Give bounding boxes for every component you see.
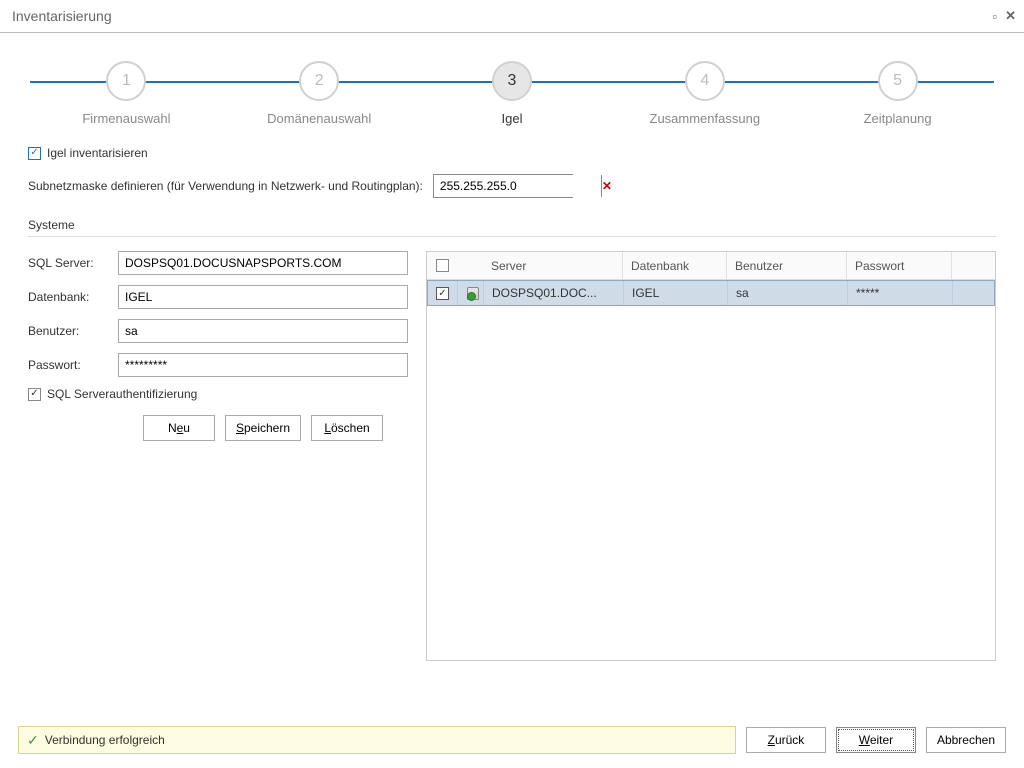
subnet-label: Subnetzmaske definieren (für Verwendung … xyxy=(28,179,423,193)
database-input[interactable] xyxy=(118,285,408,309)
systems-grid: Server Datenbank Benutzer Passwort ✓ xyxy=(426,251,996,661)
step-4-circle: 4 xyxy=(685,61,725,101)
footer: ✓ Verbindung erfolgreich Zurück Weiter A… xyxy=(0,716,1024,768)
stepper: 1 Firmenauswahl 2 Domänenauswahl 3 Igel … xyxy=(0,33,1024,136)
row-user: sa xyxy=(728,281,848,305)
grid-header-checkbox-col xyxy=(427,252,457,279)
check-icon: ✓ xyxy=(27,732,39,749)
step-1-circle: 1 xyxy=(106,61,146,101)
sql-auth-row: ✓ SQL Serverauthentifizierung xyxy=(28,387,408,401)
igel-inventarisieren-row: ✓ Igel inventarisieren xyxy=(28,146,996,160)
sql-server-label: SQL Server: xyxy=(28,256,118,270)
step-5-label: Zeitplanung xyxy=(801,111,994,126)
password-input[interactable] xyxy=(118,353,408,377)
step-2-circle: 2 xyxy=(299,61,339,101)
systems-label: Systeme xyxy=(28,218,996,232)
next-button[interactable]: Weiter xyxy=(836,727,916,753)
status-text: Verbindung erfolgreich xyxy=(45,733,165,747)
subnet-row: Subnetzmaske definieren (für Verwendung … xyxy=(28,174,996,198)
row-spacer xyxy=(953,281,994,305)
subnet-input[interactable] xyxy=(434,175,601,197)
status-bar: ✓ Verbindung erfolgreich xyxy=(18,726,736,754)
cancel-button[interactable]: Abbrechen xyxy=(926,727,1006,753)
step-5[interactable]: 5 Zeitplanung xyxy=(801,61,994,126)
password-row: Passwort: xyxy=(28,353,408,377)
sql-server-row: SQL Server: xyxy=(28,251,408,275)
sql-server-input[interactable] xyxy=(118,251,408,275)
delete-button[interactable]: Löschen xyxy=(311,415,383,441)
grid-header: Server Datenbank Benutzer Passwort xyxy=(427,252,995,280)
grid-header-server[interactable]: Server xyxy=(483,252,623,279)
row-database: IGEL xyxy=(624,281,728,305)
save-button[interactable]: Speichern xyxy=(225,415,301,441)
sql-auth-label: SQL Serverauthentifizierung xyxy=(47,387,197,401)
password-label: Passwort: xyxy=(28,358,118,372)
content-area: ✓ Igel inventarisieren Subnetzmaske defi… xyxy=(0,136,1024,661)
two-column-layout: SQL Server: Datenbank: Benutzer: Passwor… xyxy=(28,251,996,661)
database-icon xyxy=(466,286,475,300)
window-title: Inventarisierung xyxy=(8,8,992,24)
row-checkbox[interactable]: ✓ xyxy=(436,287,449,300)
step-1[interactable]: 1 Firmenauswahl xyxy=(30,61,223,126)
step-2-label: Domänenauswahl xyxy=(223,111,416,126)
back-button[interactable]: Zurück xyxy=(746,727,826,753)
row-checkbox-cell: ✓ xyxy=(428,281,458,305)
database-row: Datenbank: xyxy=(28,285,408,309)
igel-inventarisieren-label: Igel inventarisieren xyxy=(47,146,148,160)
grid-header-user[interactable]: Benutzer xyxy=(727,252,847,279)
close-icon[interactable]: ✕ xyxy=(1005,8,1016,24)
step-1-label: Firmenauswahl xyxy=(30,111,223,126)
form-buttons: Neu Speichern Löschen xyxy=(28,415,408,441)
window-controls: ▫ ✕ xyxy=(992,8,1016,24)
sql-auth-checkbox[interactable]: ✓ xyxy=(28,388,41,401)
step-2[interactable]: 2 Domänenauswahl xyxy=(223,61,416,126)
step-3[interactable]: 3 Igel xyxy=(416,61,609,126)
form-column: SQL Server: Datenbank: Benutzer: Passwor… xyxy=(28,251,408,661)
grid-header-icon-col xyxy=(457,252,483,279)
table-row[interactable]: ✓ DOSPSQ01.DOC... IGEL sa ***** xyxy=(427,280,995,306)
grid-header-password[interactable]: Passwort xyxy=(847,252,952,279)
step-4-label: Zusammenfassung xyxy=(608,111,801,126)
user-label: Benutzer: xyxy=(28,324,118,338)
database-label: Datenbank: xyxy=(28,290,118,304)
user-input[interactable] xyxy=(118,319,408,343)
igel-inventarisieren-checkbox[interactable]: ✓ xyxy=(28,147,41,160)
subnet-input-wrap: ✕ xyxy=(433,174,573,198)
row-icon-cell xyxy=(458,281,484,305)
grid-header-checkbox[interactable] xyxy=(436,259,449,272)
row-server: DOSPSQ01.DOC... xyxy=(484,281,624,305)
user-row: Benutzer: xyxy=(28,319,408,343)
grid-column: Server Datenbank Benutzer Passwort ✓ xyxy=(426,251,996,661)
grid-body: ✓ DOSPSQ01.DOC... IGEL sa ***** xyxy=(427,280,995,660)
step-4[interactable]: 4 Zusammenfassung xyxy=(608,61,801,126)
maximize-icon[interactable]: ▫ xyxy=(992,9,997,24)
titlebar: Inventarisierung ▫ ✕ xyxy=(0,0,1024,32)
step-5-circle: 5 xyxy=(878,61,918,101)
subnet-clear-icon[interactable]: ✕ xyxy=(601,175,612,197)
grid-header-database[interactable]: Datenbank xyxy=(623,252,727,279)
systems-divider xyxy=(28,236,996,237)
step-3-label: Igel xyxy=(416,111,609,126)
new-button[interactable]: Neu xyxy=(143,415,215,441)
grid-header-spacer xyxy=(952,252,995,279)
step-3-circle: 3 xyxy=(492,61,532,101)
row-password: ***** xyxy=(848,281,953,305)
